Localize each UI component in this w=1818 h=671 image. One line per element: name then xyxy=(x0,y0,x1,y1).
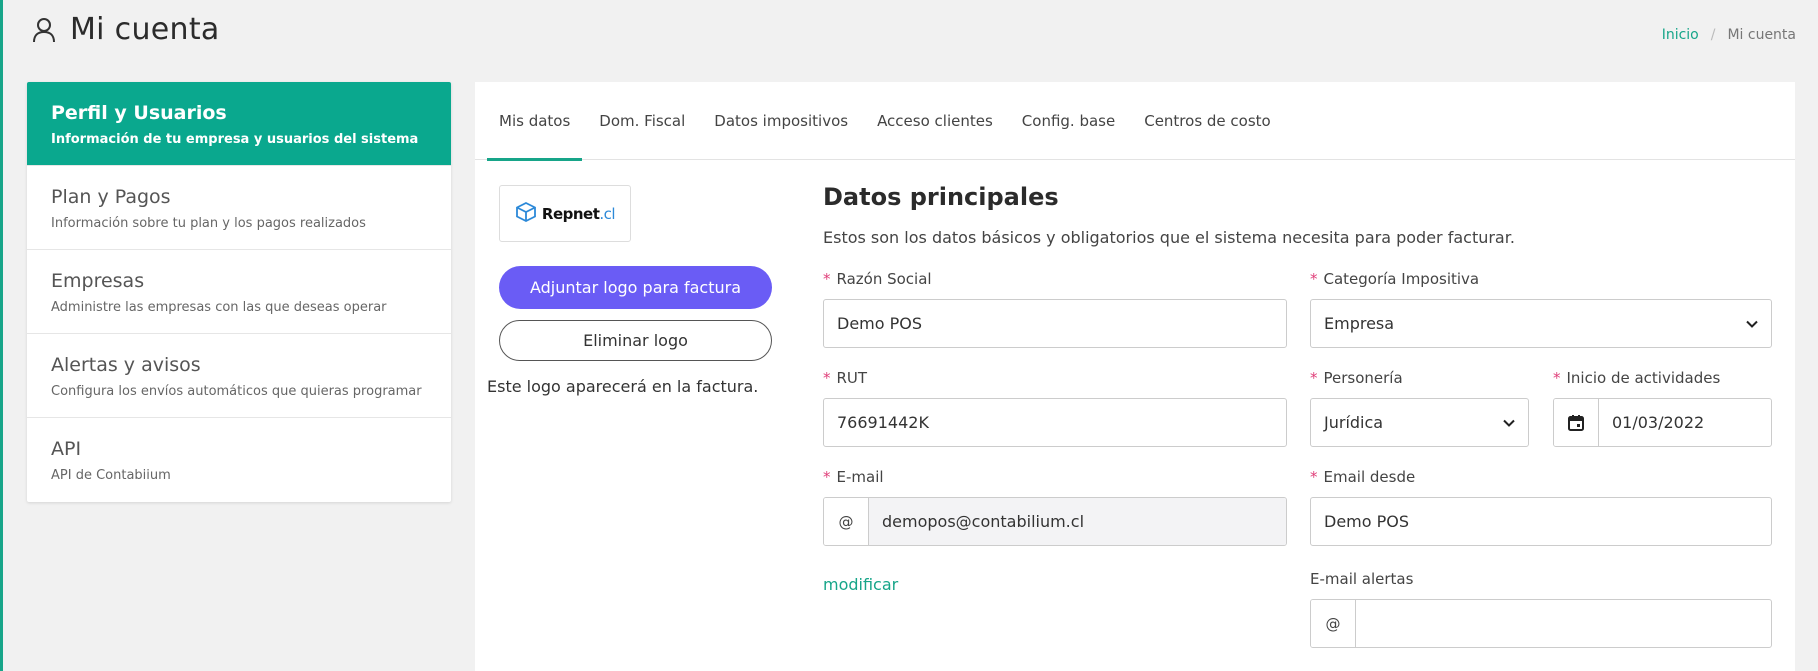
sidebar-item-desc: Información sobre tu plan y los pagos re… xyxy=(51,216,366,231)
tab-bar: Mis datos Dom. Fiscal Datos impositivos … xyxy=(475,82,1795,161)
logo-brand-name: Repnet xyxy=(541,204,600,223)
required-mark: * xyxy=(1310,369,1318,387)
breadcrumb-current: Mi cuenta xyxy=(1727,27,1796,43)
personeria-label-text: Personería xyxy=(1323,369,1403,387)
upload-logo-button[interactable]: Adjuntar logo para factura xyxy=(499,266,772,309)
inicio-label-text: Inicio de actividades xyxy=(1566,369,1721,387)
tab-acceso-clientes[interactable]: Acceso clientes xyxy=(865,82,1005,160)
email-desde-label: * Email desde xyxy=(1310,468,1415,486)
inicio-label: * Inicio de actividades xyxy=(1553,369,1720,387)
left-accent-bar xyxy=(0,0,3,671)
breadcrumb: Inicio / Mi cuenta xyxy=(1662,27,1796,43)
sidebar-item-alertas-avisos[interactable]: Alertas y avisos Configura los envíos au… xyxy=(27,334,451,418)
at-sign-prefix: @ xyxy=(1311,600,1356,647)
section-description: Estos son los datos básicos y obligatori… xyxy=(823,228,1515,247)
sidebar-item-desc: Información de tu empresa y usuarios del… xyxy=(51,132,419,147)
rut-input[interactable]: 76691442K xyxy=(823,398,1287,447)
sidebar: Perfil y Usuarios Información de tu empr… xyxy=(27,82,451,502)
categoria-select[interactable]: Empresa xyxy=(1310,299,1772,348)
sidebar-item-title: Perfil y Usuarios xyxy=(51,102,227,124)
email-alertas-input[interactable] xyxy=(1356,600,1771,647)
personeria-select-value: Jurídica xyxy=(1324,413,1384,432)
tab-datos-impositivos[interactable]: Datos impositivos xyxy=(702,82,860,160)
categoria-select-value: Empresa xyxy=(1324,314,1395,333)
sidebar-item-title: Empresas xyxy=(51,270,145,292)
calendar-icon[interactable] xyxy=(1554,399,1599,446)
email-field: @ demopos@contabilium.cl xyxy=(823,497,1287,546)
email-label-text: E-mail xyxy=(836,468,884,486)
razon-social-label-text: Razón Social xyxy=(836,270,932,288)
required-mark: * xyxy=(1310,270,1318,288)
main-panel: Mis datos Dom. Fiscal Datos impositivos … xyxy=(475,82,1795,671)
sidebar-item-title: API xyxy=(51,438,82,460)
required-mark: * xyxy=(823,468,831,486)
breadcrumb-separator: / xyxy=(1710,27,1716,43)
email-label: * E-mail xyxy=(823,468,884,486)
required-mark: * xyxy=(1553,369,1561,387)
categoria-label: * Categoría Impositiva xyxy=(1310,270,1479,288)
chevron-down-icon xyxy=(1745,314,1759,333)
required-mark: * xyxy=(823,369,831,387)
rut-label: * RUT xyxy=(823,369,867,387)
required-mark: * xyxy=(823,270,831,288)
page-title: Mi cuenta xyxy=(70,12,220,47)
razon-social-label: * Razón Social xyxy=(823,270,932,288)
logo-note: Este logo aparecerá en la factura. xyxy=(487,377,759,396)
email-desde-input[interactable]: Demo POS xyxy=(1310,497,1772,546)
logo-brand-suffix: .cl xyxy=(599,204,616,223)
sidebar-item-empresas[interactable]: Empresas Administre las empresas con las… xyxy=(27,250,451,334)
at-sign-prefix: @ xyxy=(824,498,869,545)
sidebar-item-title: Alertas y avisos xyxy=(51,354,201,376)
required-mark: * xyxy=(1310,468,1318,486)
tab-dom-fiscal[interactable]: Dom. Fiscal xyxy=(587,82,697,160)
personeria-select[interactable]: Jurídica xyxy=(1310,398,1529,447)
sidebar-item-desc: Administre las empresas con las que dese… xyxy=(51,300,387,315)
email-alertas-label: E-mail alertas xyxy=(1310,570,1414,588)
sidebar-item-desc: Configura los envíos automáticos que qui… xyxy=(51,384,422,399)
user-icon xyxy=(32,17,56,43)
sidebar-item-perfil-usuarios[interactable]: Perfil y Usuarios Información de tu empr… xyxy=(27,82,451,166)
inicio-date-input[interactable]: 01/03/2022 xyxy=(1553,398,1772,447)
remove-logo-button[interactable]: Eliminar logo xyxy=(499,320,772,361)
rut-label-text: RUT xyxy=(836,369,868,387)
email-desde-label-text: Email desde xyxy=(1323,468,1416,486)
categoria-label-text: Categoría Impositiva xyxy=(1323,270,1480,288)
tab-centros-costo[interactable]: Centros de costo xyxy=(1132,82,1283,160)
email-alertas-field[interactable]: @ xyxy=(1310,599,1772,648)
breadcrumb-home-link[interactable]: Inicio xyxy=(1662,27,1699,43)
modify-email-link[interactable]: modificar xyxy=(823,575,898,594)
company-logo: Repnet.cl xyxy=(499,185,631,242)
inicio-date-value[interactable]: 01/03/2022 xyxy=(1599,399,1771,446)
sidebar-item-desc: API de Contabiium xyxy=(51,468,171,483)
tab-mis-datos[interactable]: Mis datos xyxy=(487,82,583,161)
sidebar-item-plan-pagos[interactable]: Plan y Pagos Información sobre tu plan y… xyxy=(27,166,451,250)
sidebar-item-api[interactable]: API API de Contabiium xyxy=(27,418,451,502)
email-value: demopos@contabilium.cl xyxy=(869,498,1286,545)
section-title: Datos principales xyxy=(823,183,1059,211)
personeria-label: * Personería xyxy=(1310,369,1403,387)
logo-brand-text: Repnet.cl xyxy=(541,204,616,223)
page-header: Mi cuenta xyxy=(32,12,220,47)
chevron-down-icon xyxy=(1502,413,1516,432)
tab-config-base[interactable]: Config. base xyxy=(1010,82,1127,160)
razon-social-input[interactable]: Demo POS xyxy=(823,299,1287,348)
cube-logo-icon xyxy=(515,201,537,227)
sidebar-item-title: Plan y Pagos xyxy=(51,186,171,208)
